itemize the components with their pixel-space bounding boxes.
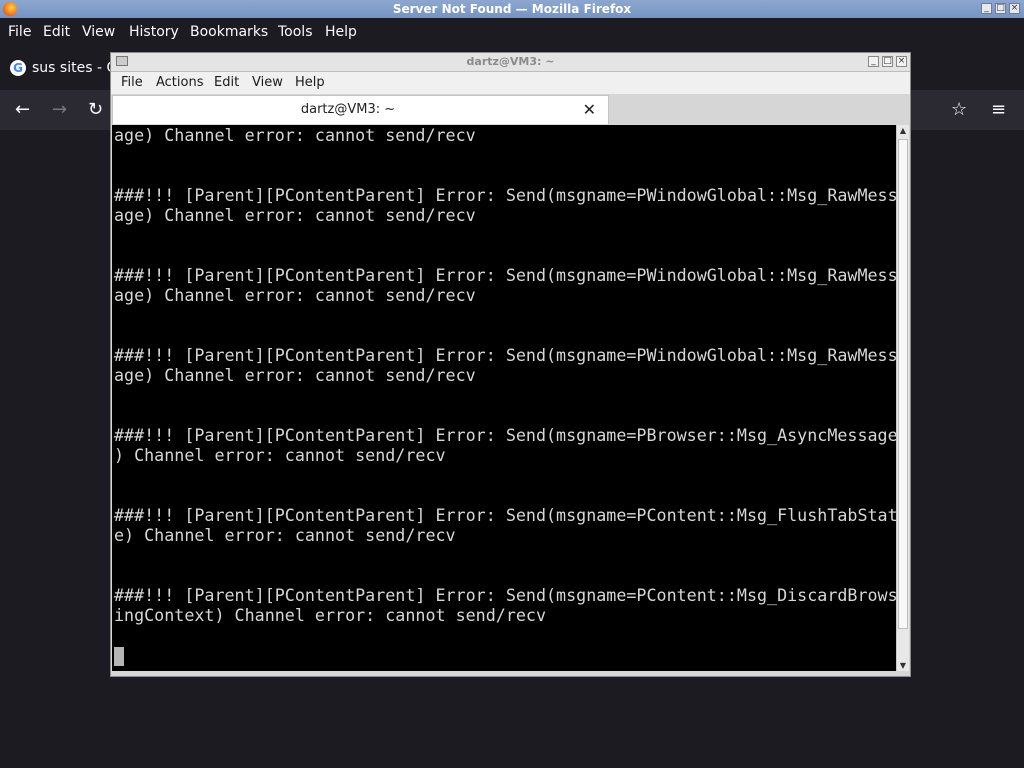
terminal-lines: age) Channel error: cannot send/recv ###!… — [114, 125, 896, 625]
menu-help[interactable]: Help — [325, 24, 357, 40]
minimize-icon[interactable]: _ — [981, 3, 992, 14]
firefox-titlebar: Server Not Found — Mozilla Firefox _ □ × — [0, 0, 1024, 18]
term-menu-view[interactable]: View — [252, 75, 283, 90]
close-icon[interactable]: × — [896, 56, 907, 67]
term-menu-file[interactable]: File — [121, 75, 143, 90]
tab-title: sus sites - G — [32, 60, 118, 76]
terminal-line: ###!!! [Parent][PContentParent] Error: S… — [114, 585, 896, 605]
terminal-scrollbar[interactable]: ▲ ▼ — [896, 125, 909, 671]
terminal-tab-title: dartz@VM3: ~ — [300, 102, 396, 117]
term-menu-help[interactable]: Help — [295, 75, 325, 90]
menu-bookmarks[interactable]: Bookmarks — [190, 24, 268, 40]
reload-icon[interactable]: ↻ — [88, 100, 103, 120]
scroll-down-icon[interactable]: ▼ — [898, 661, 908, 670]
terminal-bottom-border — [111, 671, 910, 676]
terminal-line: age) Channel error: cannot send/recv — [114, 285, 476, 305]
close-icon[interactable]: × — [1009, 3, 1020, 14]
menu-history[interactable]: History — [129, 24, 179, 40]
google-favicon-icon: G — [10, 60, 26, 76]
minimize-icon[interactable]: _ — [868, 56, 879, 67]
terminal-line: age) Channel error: cannot send/recv — [114, 205, 476, 225]
terminal-menubar: File Actions Edit View Help — [111, 72, 910, 94]
terminal-titlebar: dartz@VM3: ~ _ □ × — [111, 53, 910, 72]
terminal-line: ###!!! [Parent][PContentParent] Error: S… — [114, 345, 896, 365]
terminal-window-controls: _ □ × — [868, 56, 907, 67]
terminal-window: dartz@VM3: ~ _ □ × File Actions Edit Vie… — [110, 52, 911, 677]
terminal-tab[interactable]: dartz@VM3: ~ ✕ — [112, 95, 609, 124]
scrollbar-thumb[interactable] — [898, 139, 908, 629]
scroll-up-icon[interactable]: ▲ — [898, 126, 908, 135]
close-tab-icon[interactable]: ✕ — [583, 100, 596, 119]
terminal-tabbar: dartz@VM3: ~ ✕ — [111, 94, 910, 124]
app-menu-icon[interactable]: ≡ — [991, 100, 1006, 120]
terminal-line: ###!!! [Parent][PContentParent] Error: S… — [114, 265, 896, 285]
terminal-window-title: dartz@VM3: ~ — [466, 55, 555, 68]
term-menu-edit[interactable]: Edit — [214, 75, 239, 90]
menu-file[interactable]: File — [8, 24, 31, 40]
maximize-icon[interactable]: □ — [882, 56, 893, 67]
term-menu-actions[interactable]: Actions — [156, 75, 204, 90]
terminal-line: age) Channel error: cannot send/recv — [114, 365, 476, 385]
bookmark-star-icon[interactable]: ☆ — [951, 100, 967, 120]
terminal-line: ###!!! [Parent][PContentParent] Error: S… — [114, 185, 896, 205]
terminal-line: ingContext) Channel error: cannot send/r… — [114, 605, 547, 625]
menu-view[interactable]: View — [82, 24, 115, 40]
firefox-window-title: Server Not Found — Mozilla Firefox — [392, 2, 632, 16]
forward-icon[interactable]: → — [52, 100, 67, 120]
terminal-cursor — [114, 647, 124, 666]
back-icon[interactable]: ← — [15, 100, 30, 120]
terminal-output[interactable]: age) Channel error: cannot send/recv ###!… — [112, 125, 896, 671]
menu-tools[interactable]: Tools — [278, 24, 313, 40]
firefox-menubar: File Edit View History Bookmarks Tools H… — [0, 18, 1024, 46]
menu-edit[interactable]: Edit — [43, 24, 70, 40]
terminal-line: ###!!! [Parent][PContentParent] Error: S… — [114, 505, 896, 525]
terminal-line: ###!!! [Parent][PContentParent] Error: S… — [114, 425, 896, 445]
terminal-line: ) Channel error: cannot send/recv — [114, 445, 446, 465]
firefox-window-controls: _ □ × — [981, 3, 1020, 14]
terminal-line: e) Channel error: cannot send/recv — [114, 525, 456, 545]
terminal-line: age) Channel error: cannot send/recv — [114, 125, 476, 145]
maximize-icon[interactable]: □ — [995, 3, 1006, 14]
